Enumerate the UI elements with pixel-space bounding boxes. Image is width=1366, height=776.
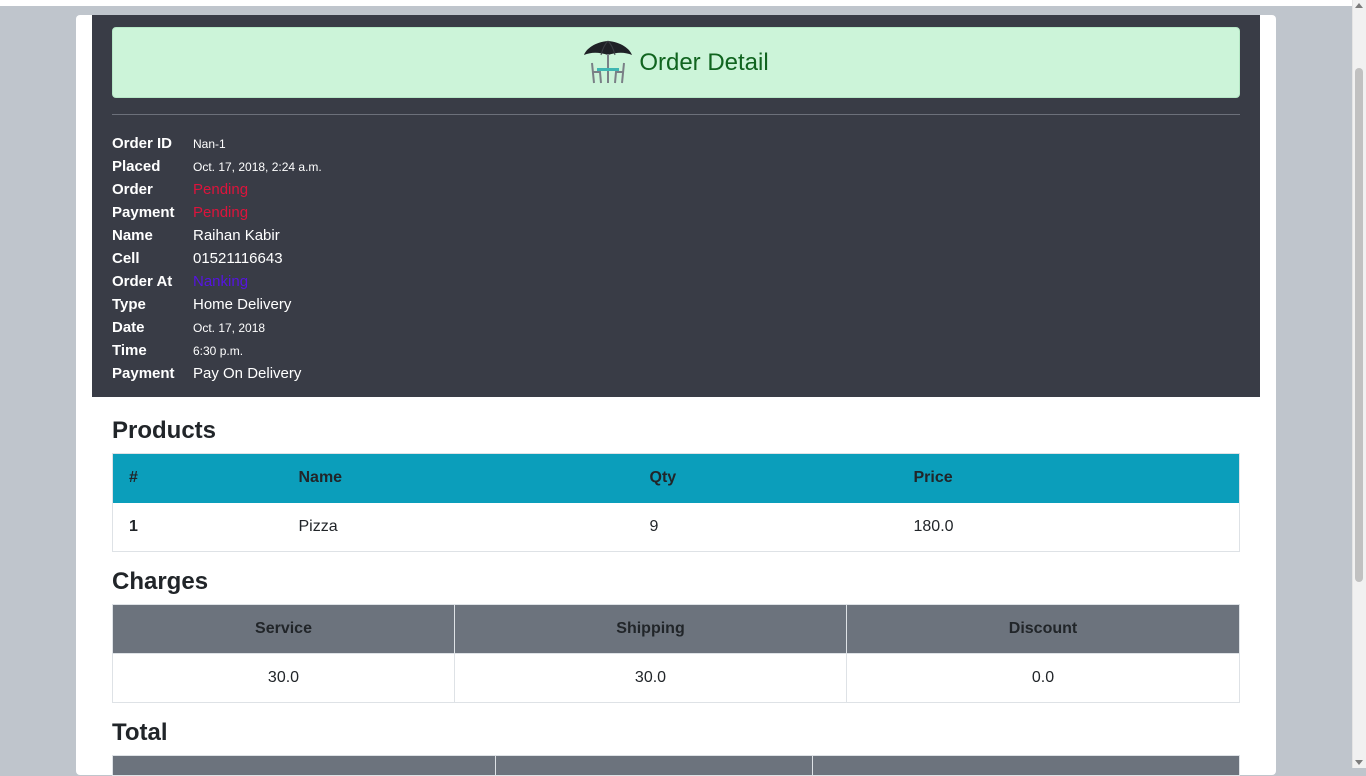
product-price: 180.0 <box>897 502 1240 552</box>
detail-label: Payment <box>112 365 175 382</box>
detail-value: Oct. 17, 2018, 2:24 a.m. <box>193 159 322 174</box>
order-detail-header: Order Detail <box>112 27 1240 98</box>
detail-value: Nanking <box>193 273 249 290</box>
detail-value: 6:30 p.m. <box>193 343 244 358</box>
detail-row: Name Raihan Kabir <box>112 224 322 247</box>
column-header-discount: Discount <box>846 604 1240 654</box>
table-row: 30.0 30.0 0.0 <box>112 653 1240 703</box>
table-row: 1 Pizza 9 180.0 <box>112 502 1240 552</box>
detail-row: Order At Nanking <box>112 270 322 293</box>
scroll-up-arrow-icon[interactable] <box>1355 3 1363 8</box>
detail-value: 01521116643 <box>193 250 283 267</box>
total-column-1 <box>112 755 496 776</box>
detail-row: Order Pending <box>112 178 322 201</box>
detail-label: Type <box>112 296 146 313</box>
detail-value: Raihan Kabir <box>193 227 280 244</box>
products-title: Products <box>112 417 217 444</box>
order-details-list: Order ID Nan-1 Placed Oct. 17, 2018, 2:24 a… <box>112 132 322 385</box>
order-info-panel: Order Detail Order ID Nan-1 Placed Oct. 17,… <box>92 15 1260 397</box>
page-scrollbar[interactable] <box>1352 0 1366 768</box>
detail-value: Home Delivery <box>193 296 292 313</box>
detail-value: Pay On Delivery <box>193 365 302 382</box>
column-header-price: Price <box>897 453 1240 503</box>
shipping-charge: 30.0 <box>454 653 847 703</box>
discount-value: 0.0 <box>846 653 1240 703</box>
product-qty: 9 <box>633 502 898 552</box>
detail-row: Payment Pay On Delivery <box>112 362 322 385</box>
order-detail-page: Order Detail Order ID Nan-1 Placed Oct. 17,… <box>76 15 1276 776</box>
product-name: Pizza <box>282 502 634 552</box>
detail-label: Time <box>112 342 147 359</box>
page-title: Order Detail <box>639 48 769 76</box>
detail-label: Cell <box>112 250 140 267</box>
column-header-number: # <box>112 453 283 503</box>
total-title: Total <box>112 719 168 746</box>
total-column-3 <box>812 755 1240 776</box>
detail-value: Nan-1 <box>193 136 226 151</box>
detail-value: Pending <box>193 204 249 221</box>
header-divider <box>112 114 1240 115</box>
detail-row: Type Home Delivery <box>112 293 322 316</box>
total-table <box>112 755 1240 776</box>
detail-row: Date Oct. 17, 2018 <box>112 316 322 339</box>
detail-label: Placed <box>112 158 161 175</box>
charges-table: Service Shipping Discount 30.0 30.0 0.0 <box>112 604 1240 703</box>
detail-row: Payment Pending <box>112 201 322 224</box>
column-header-service: Service <box>112 604 455 654</box>
detail-label: Name <box>112 227 153 244</box>
detail-row: Time 6:30 p.m. <box>112 339 322 362</box>
scroll-down-arrow-icon[interactable] <box>1355 760 1363 765</box>
total-column-2 <box>495 755 813 776</box>
detail-label: Order At <box>112 273 173 290</box>
detail-label: Order ID <box>112 135 173 152</box>
detail-row: Placed Oct. 17, 2018, 2:24 a.m. <box>112 155 322 178</box>
detail-row: Cell 01521116643 <box>112 247 322 270</box>
detail-label: Date <box>112 319 145 336</box>
charges-header-row: Service Shipping Discount <box>112 604 1240 654</box>
detail-label: Payment <box>112 204 175 221</box>
products-header-row: # Name Qty Price <box>112 453 1240 503</box>
column-header-qty: Qty <box>633 453 898 503</box>
detail-label: Order <box>112 181 153 198</box>
column-header-shipping: Shipping <box>454 604 847 654</box>
detail-value: Pending <box>193 181 249 198</box>
detail-value: Oct. 17, 2018 <box>193 320 266 335</box>
product-number: 1 <box>112 502 283 552</box>
products-table: # Name Qty Price 1 Pizza 9 180.0 <box>112 453 1240 552</box>
browser-top-edge <box>0 0 1352 6</box>
detail-row: Order ID Nan-1 <box>112 132 322 155</box>
charges-title: Charges <box>112 568 209 595</box>
column-header-name: Name <box>282 453 634 503</box>
service-charge: 30.0 <box>112 653 455 703</box>
umbrella-table-icon <box>584 40 633 83</box>
total-header-row <box>112 755 1240 776</box>
scrollbar-thumb[interactable] <box>1355 68 1363 582</box>
